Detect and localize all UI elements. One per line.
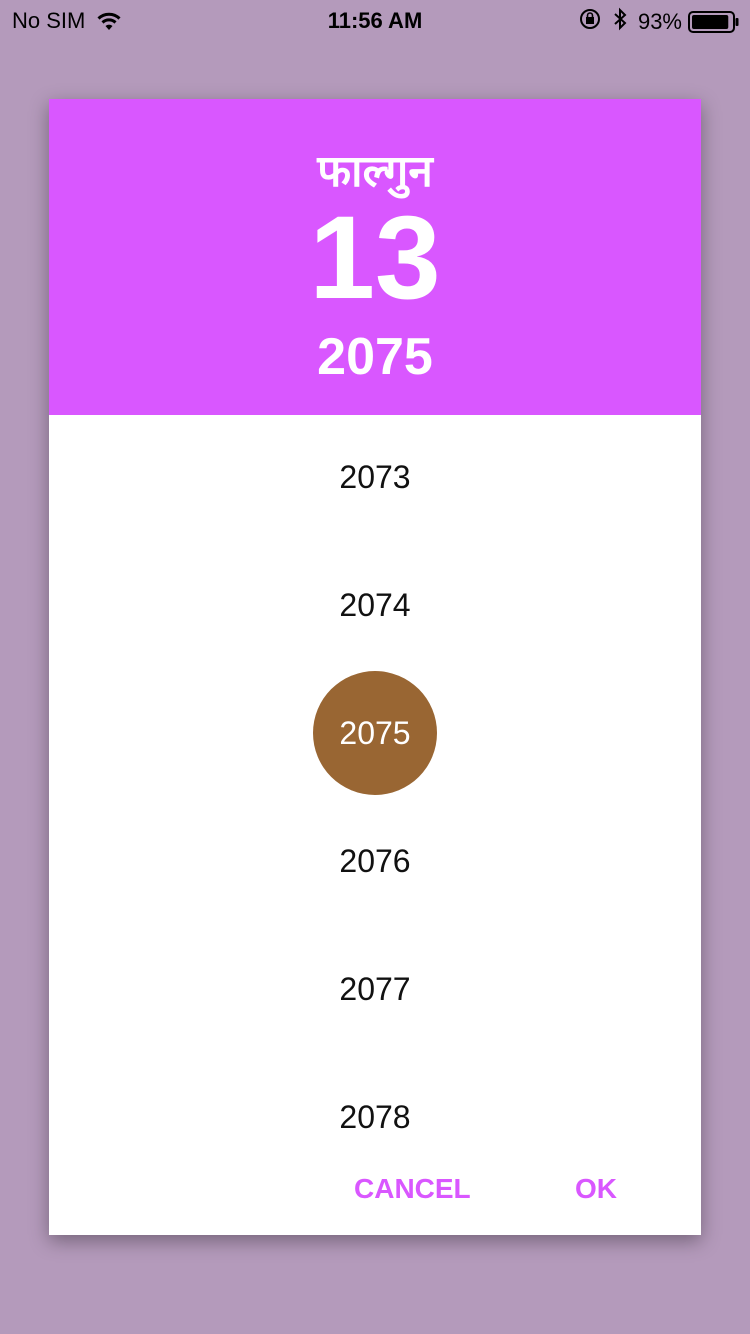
- cancel-button[interactable]: CANCEL: [344, 1159, 481, 1219]
- header-year[interactable]: 2075: [49, 327, 701, 387]
- year-picker-dialog: फाल्गुन 13 2075 2073 2074 2075 2076 2077…: [49, 99, 701, 1235]
- lock-rotation-icon: [578, 7, 602, 37]
- battery-icon: [688, 10, 740, 34]
- year-item[interactable]: 2073: [49, 447, 701, 507]
- dialog-header: फाल्गुन 13 2075: [49, 99, 701, 415]
- header-month[interactable]: फाल्गुन: [49, 139, 701, 199]
- battery-percent: 93%: [637, 9, 682, 34]
- year-item[interactable]: 2078: [49, 1087, 701, 1145]
- year-item[interactable]: 2077: [49, 959, 701, 1019]
- year-item[interactable]: 2076: [49, 831, 701, 891]
- status-bar-right: 93%: [578, 7, 740, 37]
- header-day[interactable]: 13: [49, 199, 701, 317]
- ok-button[interactable]: OK: [565, 1159, 627, 1219]
- year-item-selected[interactable]: 2075: [49, 703, 701, 763]
- status-bar: No SIM 11:56 AM 93%: [0, 0, 750, 40]
- year-list[interactable]: 2073 2074 2075 2076 2077 2078: [49, 415, 701, 1145]
- year-item[interactable]: 2074: [49, 575, 701, 635]
- dialog-actions: CANCEL OK: [49, 1159, 701, 1219]
- bluetooth-icon: [612, 7, 628, 37]
